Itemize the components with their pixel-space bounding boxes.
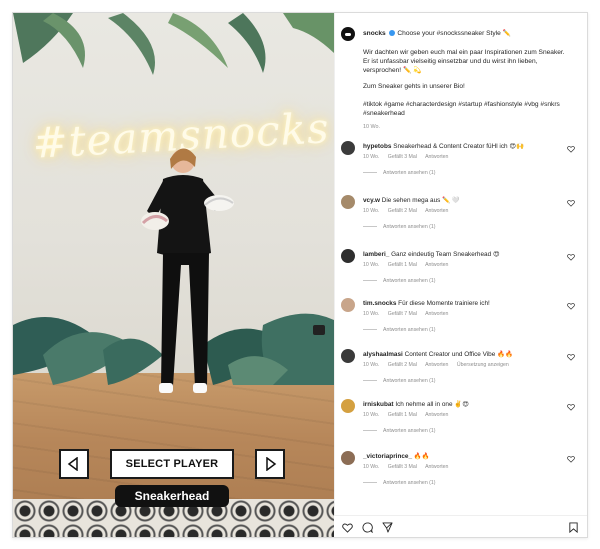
comment-username[interactable]: vcy.w [363, 197, 380, 204]
comment-item: hypetobs Sneakerhead & Content Creator f… [341, 141, 581, 191]
comment-time: 10 Wo. [363, 412, 380, 418]
avatar[interactable] [341, 141, 355, 155]
translate-link[interactable]: Übersetzung anzeigen [457, 362, 509, 368]
verified-badge-icon [388, 30, 395, 37]
prev-player-button[interactable] [59, 449, 89, 479]
comment-username[interactable]: _victoriaprince_ [363, 453, 412, 460]
comment-username[interactable]: alyshaalmasi [363, 351, 403, 358]
view-replies-link[interactable]: Antworten ansehen (1) [363, 224, 435, 230]
post-media[interactable]: #teamsnocks SELECT PLAYER Sneakerhead [13, 13, 334, 537]
comment-likes[interactable]: Gefällt 7 Mal [388, 311, 417, 317]
comment-username[interactable]: irniskubat [363, 401, 394, 408]
select-player-button[interactable]: SELECT PLAYER [110, 449, 234, 479]
comment-text: Die sehen mega aus ✏️ [381, 197, 451, 204]
snocks-avatar[interactable] [341, 27, 355, 41]
comment-text: Ich nehme all in one [395, 401, 453, 408]
comment-text: Content Creator und Office Vibe [404, 351, 496, 358]
caption-username[interactable]: snocks [363, 30, 386, 37]
heart-icon[interactable] [567, 199, 575, 207]
view-replies-link[interactable]: Antworten ansehen (1) [363, 480, 435, 486]
heart-icon[interactable] [342, 522, 353, 533]
comment-item: vcy.w Die sehen mega aus ✏️ 🤍 10 Wo. Gef… [341, 195, 581, 245]
heart-icon[interactable] [567, 353, 575, 361]
comment-username[interactable]: hypetobs [363, 143, 391, 150]
reply-button[interactable]: Antworten [425, 464, 448, 470]
heart-icon[interactable] [567, 145, 575, 153]
triangle-left-icon [67, 457, 78, 471]
avatar[interactable] [341, 249, 355, 263]
comment-time: 10 Wo. [363, 208, 380, 214]
comments-panel: snocks Choose your #snockssneaker Style … [334, 13, 587, 537]
view-replies-link[interactable]: Antworten ansehen (1) [363, 428, 435, 434]
comment-item: irniskubat Ich nehme all in one ✌️😍 10 W… [341, 399, 581, 449]
player-name-tag: Sneakerhead [115, 485, 229, 507]
caption-intro: Choose your #snockssneaker Style ✏️ [397, 30, 511, 37]
comment-item: _victoriaprince_ 🔥🔥 10 Wo. Gefällt 3 Mal… [341, 451, 581, 501]
comment-emoji: 🔥🔥 [497, 351, 513, 358]
avatar[interactable] [341, 298, 355, 312]
triangle-right-icon [266, 457, 277, 471]
reply-button[interactable]: Antworten [425, 154, 448, 160]
view-replies-link[interactable]: Antworten ansehen (1) [363, 378, 435, 384]
person-holding-sneakers [141, 148, 234, 393]
view-replies-link[interactable]: Antworten ansehen (1) [363, 327, 435, 333]
comment-username[interactable]: tim.snocks [363, 300, 396, 307]
comment-likes[interactable]: Gefällt 3 Mal [388, 154, 417, 160]
comment-likes[interactable]: Gefällt 2 Mal [388, 362, 417, 368]
camera-icon [313, 325, 325, 335]
heart-icon[interactable] [567, 403, 575, 411]
comment-text: Sneakerhead & Content Creator füHl ich [393, 143, 508, 150]
view-replies-link[interactable]: Antworten ansehen (1) [363, 170, 435, 176]
comment-emoji: 😍 [492, 251, 500, 258]
caption-bio-line: Zum Sneaker gehts in unserer Bio! [363, 83, 465, 90]
next-player-button[interactable] [255, 449, 285, 479]
post-action-bar [334, 515, 587, 537]
comment-text: Für diese Momente trainiere ich! [398, 300, 490, 307]
avatar[interactable] [341, 451, 355, 465]
comment-username[interactable]: lamberi_ [363, 251, 389, 258]
comment-time: 10 Wo. [363, 362, 380, 368]
comment-item: lamberi_ Ganz eindeutig Team Sneakerhead… [341, 249, 581, 299]
heart-icon[interactable] [567, 302, 575, 310]
instagram-post: #teamsnocks SELECT PLAYER Sneakerhead sn… [12, 12, 588, 538]
comment-icon[interactable] [362, 522, 373, 533]
reply-button[interactable]: Antworten [425, 208, 448, 214]
palm-leaves-top [13, 13, 334, 75]
comment-likes[interactable]: Gefällt 1 Mal [388, 262, 417, 268]
comment-likes[interactable]: Gefällt 3 Mal [388, 464, 417, 470]
comment-emoji: ✌️😍 [454, 401, 469, 408]
reply-button[interactable]: Antworten [425, 362, 448, 368]
comment-text: Ganz eindeutig Team Sneakerhead [391, 251, 492, 258]
avatar[interactable] [341, 349, 355, 363]
avatar[interactable] [341, 195, 355, 209]
avatar[interactable] [341, 399, 355, 413]
comment-emoji: 🔥🔥 [413, 453, 430, 460]
reply-button[interactable]: Antworten [425, 262, 448, 268]
comment-likes[interactable]: Gefällt 1 Mal [388, 412, 417, 418]
comment-time: 10 Wo. [363, 262, 380, 268]
caption-time: 10 Wo. [363, 124, 380, 130]
caption-hashtags[interactable]: #tiktok #game #characterdesign #startup … [363, 101, 568, 119]
heart-icon[interactable] [567, 253, 575, 261]
comment-item: tim.snocks Für diese Momente trainiere i… [341, 298, 581, 348]
comment-time: 10 Wo. [363, 311, 380, 317]
reply-button[interactable]: Antworten [425, 311, 448, 317]
reply-button[interactable]: Antworten [425, 412, 448, 418]
comment-likes[interactable]: Gefällt 2 Mal [388, 208, 417, 214]
comment-emoji: 😍🙌 [509, 143, 524, 150]
comment-time: 10 Wo. [363, 154, 380, 160]
view-replies-link[interactable]: Antworten ansehen (1) [363, 278, 435, 284]
heart-icon[interactable] [567, 455, 575, 463]
share-icon[interactable] [382, 522, 393, 533]
comment-emoji: 🤍 [451, 197, 460, 204]
comment-item: alyshaalmasi Content Creator und Office … [341, 349, 581, 399]
bookmark-icon[interactable] [568, 522, 579, 533]
comment-time: 10 Wo. [363, 464, 380, 470]
caption-paragraph: Wir dachten wir geben euch mal ein paar … [363, 49, 565, 74]
